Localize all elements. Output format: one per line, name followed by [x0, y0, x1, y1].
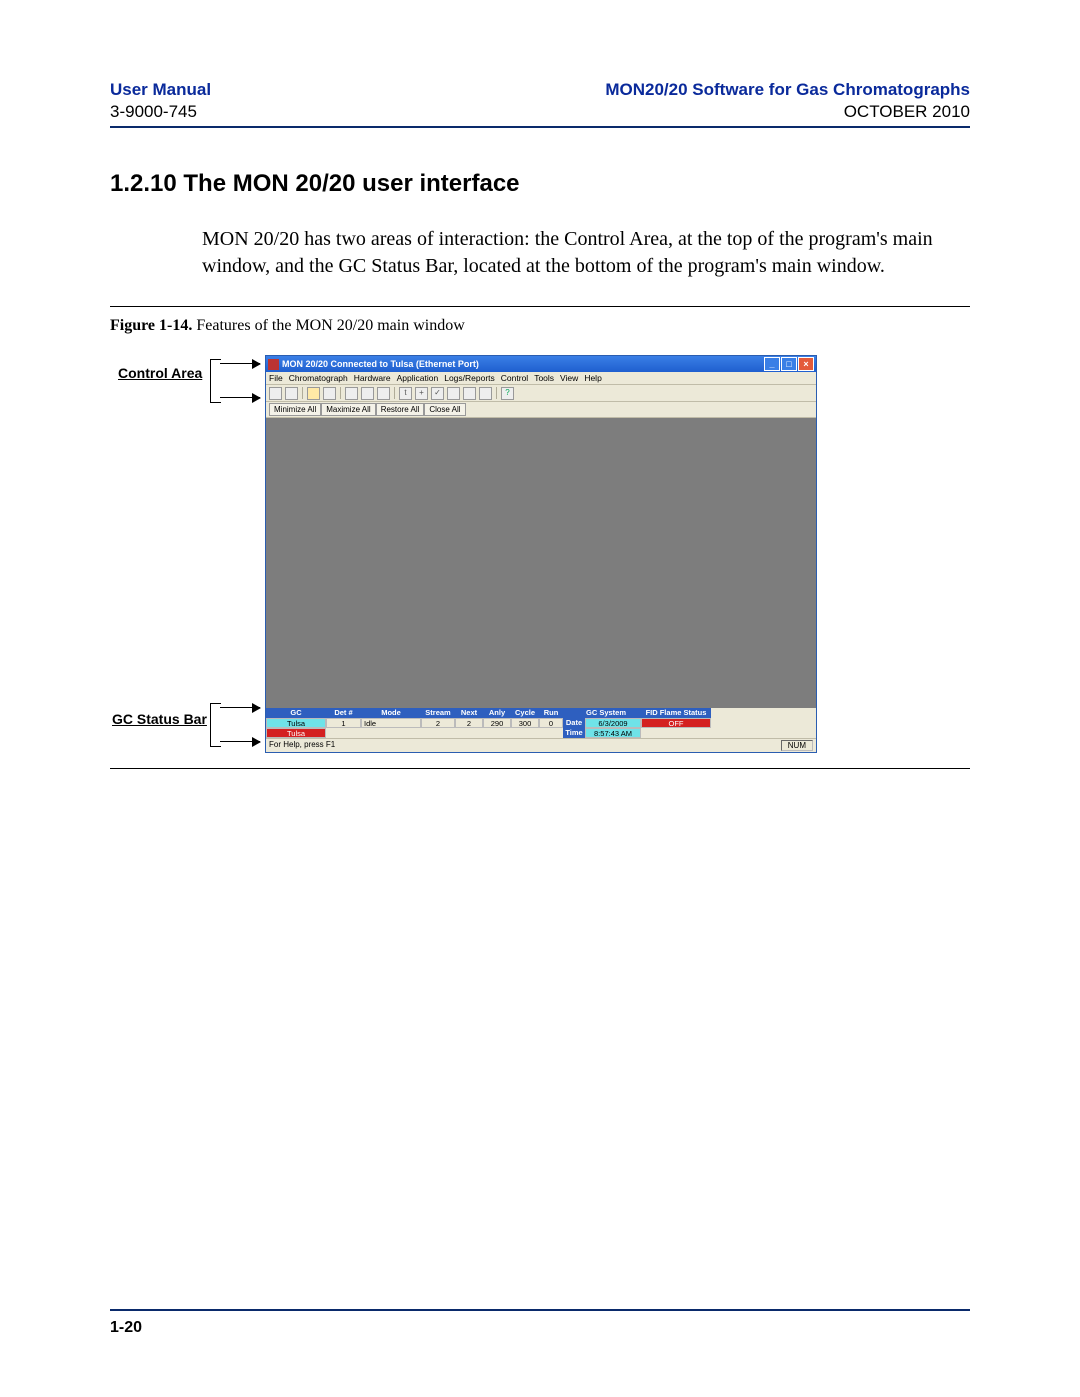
status-val-next: 2 [455, 718, 483, 728]
status-hdr-anly: Anly [483, 708, 511, 718]
status-date-label: Date [563, 718, 585, 728]
status-val-stream: 2 [421, 718, 455, 728]
figure-caption-text: Features of the MON 20/20 main window [196, 317, 464, 334]
header-left-title: User Manual [110, 80, 211, 100]
figure-caption: Figure 1-14. Features of the MON 20/20 m… [110, 317, 970, 335]
restore-all-button[interactable]: Restore All [376, 403, 425, 416]
toolbar-sep-4 [496, 387, 497, 399]
status-val-gc: Tulsa [266, 718, 326, 728]
maximize-icon[interactable]: □ [781, 357, 797, 371]
arrow-control-area-2 [220, 397, 260, 398]
status-hdr-fid: FID Flame Status [641, 708, 711, 718]
titlebar: MON 20/20 Connected to Tulsa (Ethernet P… [266, 356, 816, 372]
menu-view[interactable]: View [560, 373, 578, 383]
toolbar-icon-9[interactable]: t [399, 387, 412, 400]
menu-logs-reports[interactable]: Logs/Reports [444, 373, 495, 383]
toolbar-icon-14[interactable] [479, 387, 492, 400]
callout-gc-status-bar: GC Status Bar [112, 711, 207, 727]
window-buttons-bar: Minimize All Maximize All Restore All Cl… [266, 402, 816, 418]
status-val-gc2: Tulsa [266, 728, 326, 738]
plus-icon[interactable]: + [415, 387, 428, 400]
menu-tools[interactable]: Tools [534, 373, 554, 383]
check-icon[interactable]: ✓ [431, 387, 444, 400]
status-val-anly: 290 [483, 718, 511, 728]
status-date-val: 6/3/2009 [585, 718, 641, 728]
toolbar-sep-1 [302, 387, 303, 399]
section-heading: 1.2.10 The MON 20/20 user interface [110, 170, 970, 198]
paste-icon[interactable] [377, 387, 390, 400]
menu-chromatograph[interactable]: Chromatograph [289, 373, 348, 383]
status-hdr-det: Det # [326, 708, 361, 718]
status-hdr-stream: Stream [421, 708, 455, 718]
help-status-bar: For Help, press F1 NUM [266, 738, 816, 752]
figure-wrap: Control Area GC Status Bar MON 20/20 Con… [110, 353, 970, 758]
toolbar-icon-13[interactable] [463, 387, 476, 400]
menu-hardware[interactable]: Hardware [354, 373, 391, 383]
close-icon[interactable]: × [798, 357, 814, 371]
help-text: For Help, press F1 [269, 740, 335, 751]
header-left-sub: 3-9000-745 [110, 102, 211, 122]
cut-icon[interactable] [345, 387, 358, 400]
page-number: 1-20 [110, 1319, 142, 1336]
close-all-button[interactable]: Close All [424, 403, 465, 416]
page-footer: 1-20 [110, 1309, 970, 1337]
app-icon [268, 359, 279, 370]
toolbar: t + ✓ ? [266, 385, 816, 402]
status-blank-fill [326, 728, 563, 738]
chart-icon[interactable] [447, 387, 460, 400]
menu-control[interactable]: Control [501, 373, 528, 383]
gc-status-bar: GC Det # Mode Stream Next Anly Cycle Run… [266, 708, 816, 738]
status-hdr-blank [563, 708, 571, 718]
status-hdr-gc: GC [266, 708, 326, 718]
header-right-sub: OCTOBER 2010 [605, 102, 970, 122]
status-time-label: Time [563, 728, 585, 738]
num-indicator: NUM [781, 740, 813, 751]
print-icon[interactable] [323, 387, 336, 400]
toolbar-sep-2 [340, 387, 341, 399]
menu-help[interactable]: Help [584, 373, 601, 383]
maximize-all-button[interactable]: Maximize All [321, 403, 375, 416]
arrow-control-area-1 [220, 363, 260, 364]
toolbar-sep-3 [394, 387, 395, 399]
figure-label: Figure 1-14. [110, 317, 192, 334]
open-icon[interactable] [307, 387, 320, 400]
menubar: File Chromatograph Hardware Application … [266, 372, 816, 385]
status-time-val: 8:57:43 AM [585, 728, 641, 738]
minimize-icon[interactable]: _ [764, 357, 780, 371]
minimize-all-button[interactable]: Minimize All [269, 403, 321, 416]
status-hdr-mode: Mode [361, 708, 421, 718]
arrow-gc-status-2 [220, 741, 260, 742]
arrow-gc-status-1 [220, 707, 260, 708]
status-hdr-next: Next [455, 708, 483, 718]
figure-top-rule [110, 306, 970, 307]
status-hdr-run: Run [539, 708, 563, 718]
menu-application[interactable]: Application [397, 373, 439, 383]
help-icon[interactable]: ? [501, 387, 514, 400]
figure-bottom-rule [110, 768, 970, 769]
workspace-area [266, 418, 816, 708]
toolbar-icon-2[interactable] [285, 387, 298, 400]
toolbar-icon-1[interactable] [269, 387, 282, 400]
status-val-cycle: 300 [511, 718, 539, 728]
status-hdr-gcsys: GC System [571, 708, 641, 718]
section-body: MON 20/20 has two areas of interaction: … [202, 226, 970, 280]
copy-icon[interactable] [361, 387, 374, 400]
status-val-fid: OFF [641, 718, 711, 728]
status-val-run: 0 [539, 718, 563, 728]
header-right-title: MON20/20 Software for Gas Chromatographs [605, 80, 970, 100]
titlebar-text: MON 20/20 Connected to Tulsa (Ethernet P… [282, 359, 479, 369]
callout-control-area: Control Area [118, 365, 202, 381]
menu-file[interactable]: File [269, 373, 283, 383]
status-val-det: 1 [326, 718, 361, 728]
status-val-mode: Idle [361, 718, 421, 728]
status-hdr-cycle: Cycle [511, 708, 539, 718]
app-window: MON 20/20 Connected to Tulsa (Ethernet P… [265, 355, 817, 753]
page-header: User Manual 3-9000-745 MON20/20 Software… [110, 80, 970, 128]
